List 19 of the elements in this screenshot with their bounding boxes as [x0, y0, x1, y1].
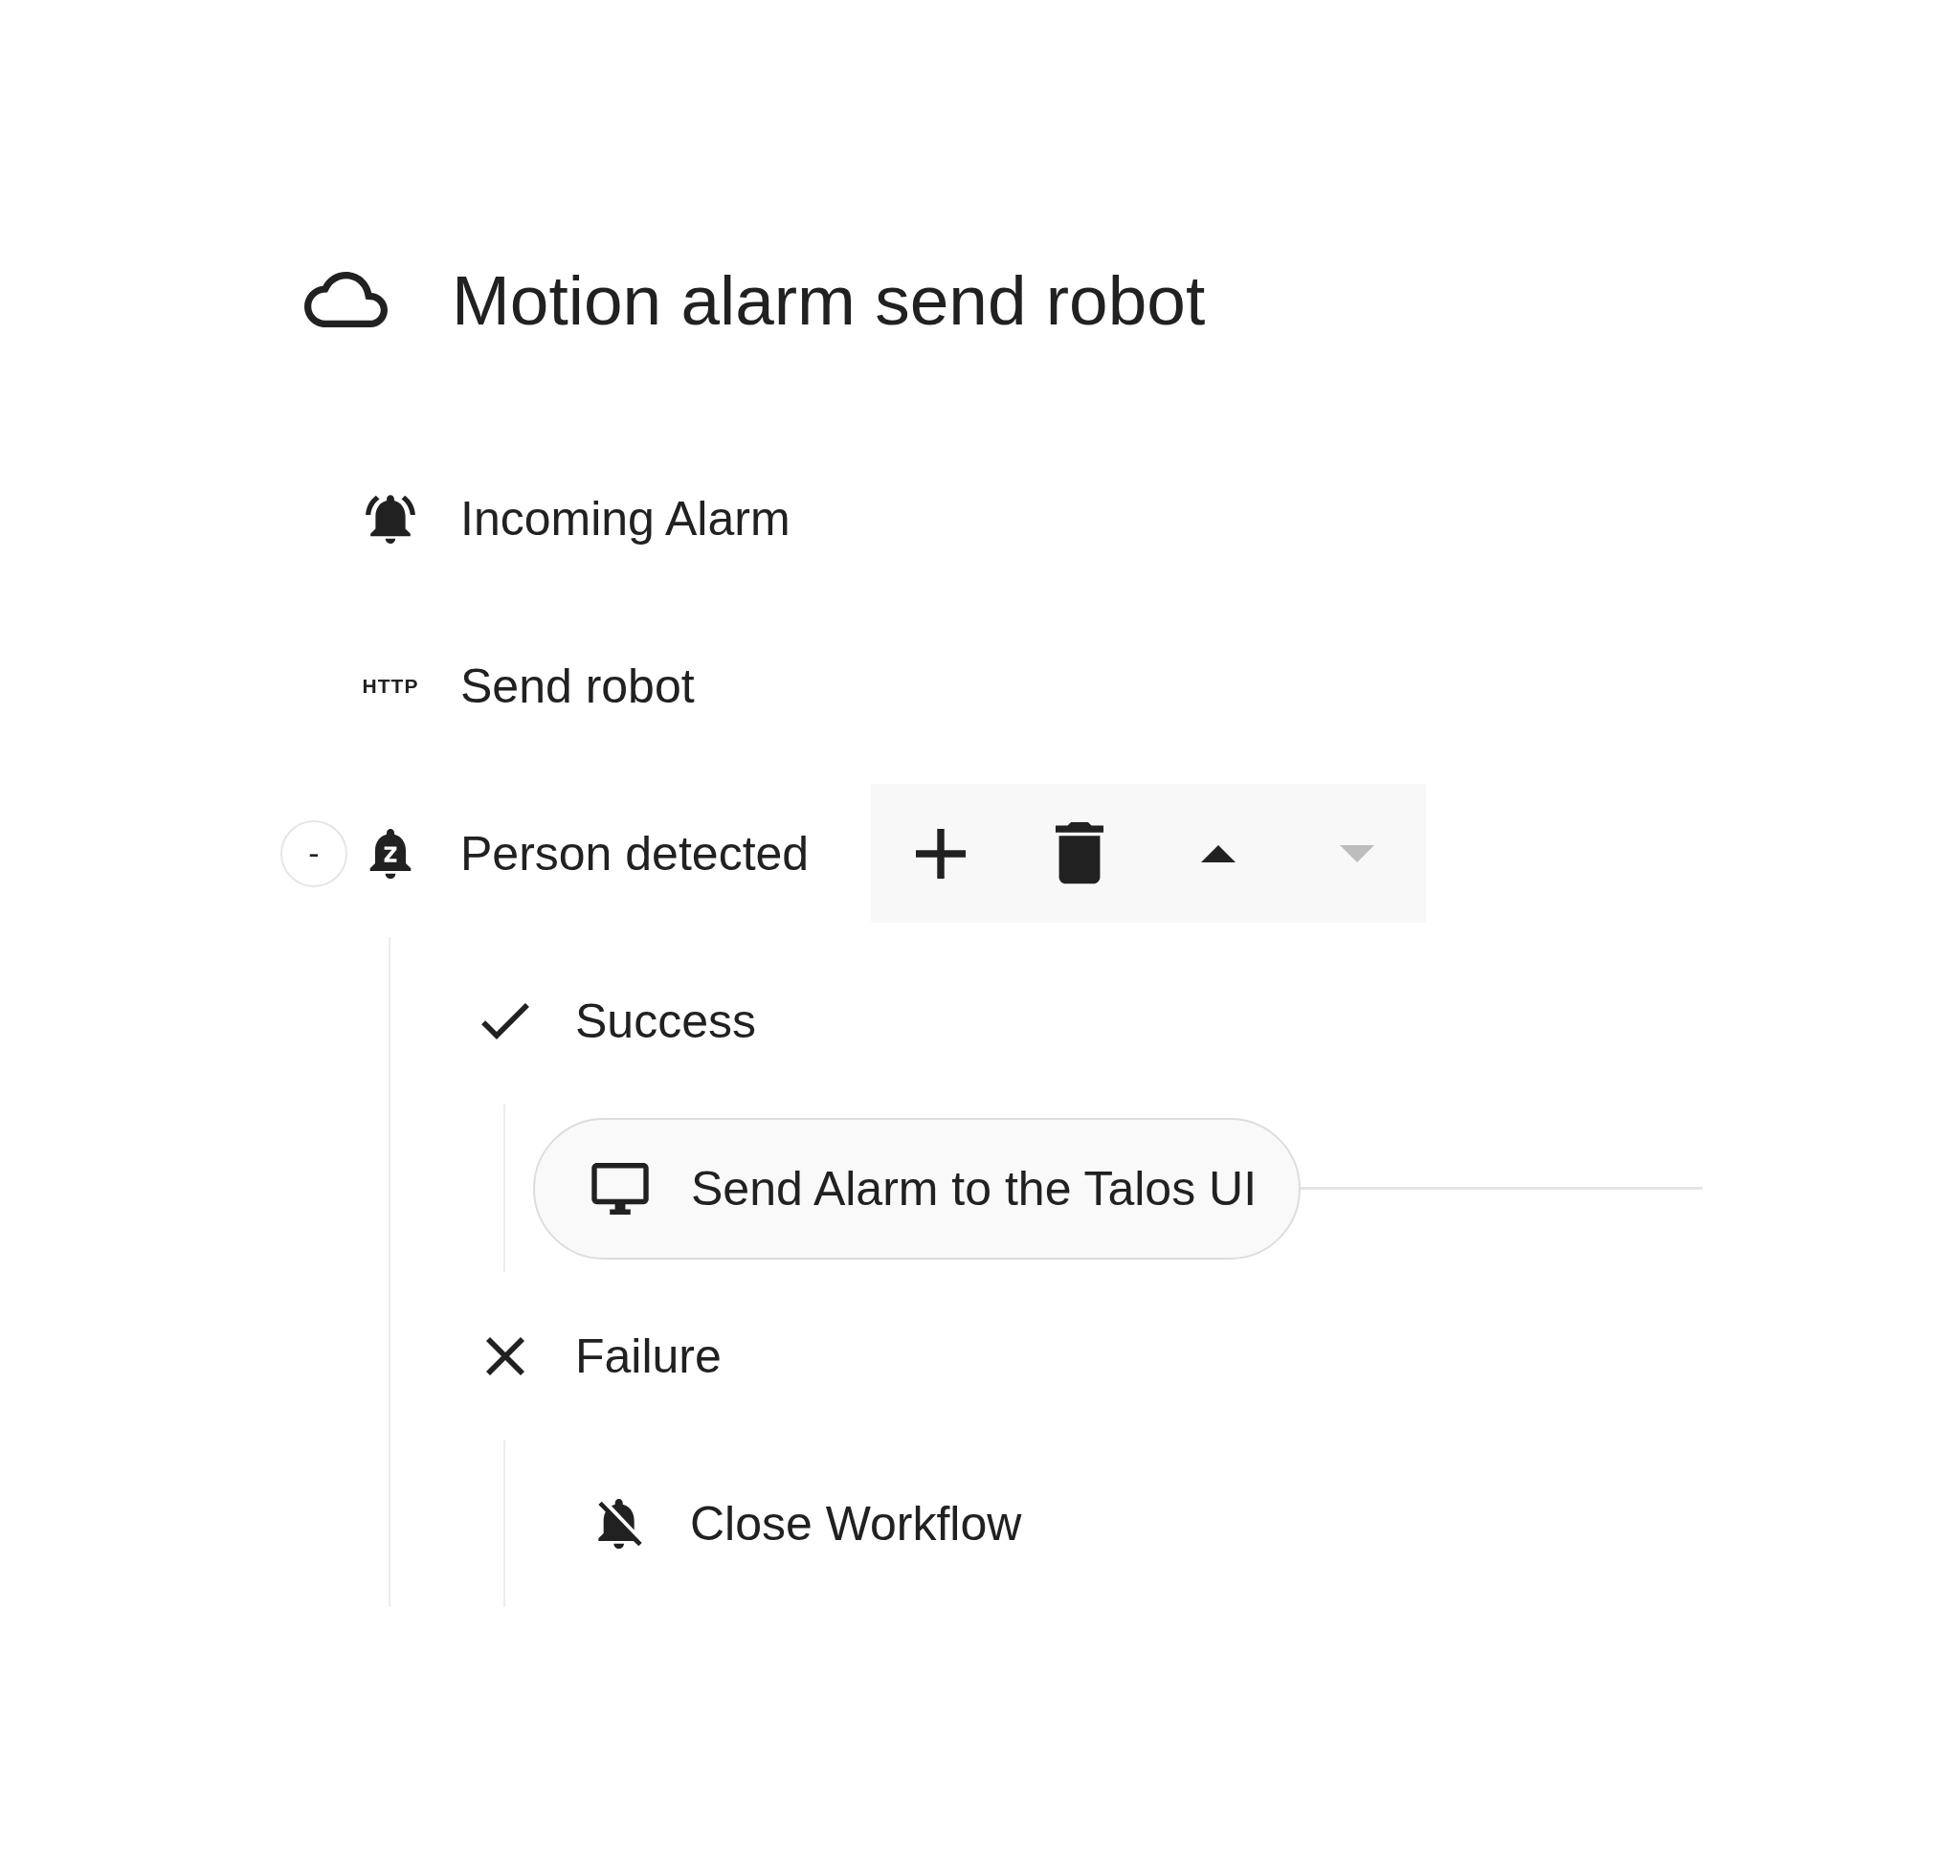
plus-icon [915, 828, 966, 879]
http-icon: HTTP [362, 674, 419, 698]
caret-up-icon [1200, 844, 1236, 862]
node-label[interactable]: Send robot [460, 658, 695, 714]
ringing-bell-icon [366, 493, 415, 544]
workflow-title: Motion alarm send robot [452, 259, 1206, 340]
node-label[interactable]: Incoming Alarm [460, 490, 791, 547]
trash-icon [1055, 822, 1103, 884]
node-label[interactable]: Failure [575, 1328, 722, 1384]
check-icon [481, 1002, 529, 1039]
node-label[interactable]: Success [575, 993, 756, 1049]
action-chip[interactable]: Send Alarm to the Talos UI [533, 1117, 1302, 1260]
node-label[interactable]: Person detected [460, 825, 810, 882]
node-label[interactable]: Close Workflow [690, 1495, 1022, 1552]
caret-down-icon [1339, 844, 1374, 862]
close-icon [486, 1336, 524, 1375]
monitor-icon [591, 1162, 649, 1215]
collapse-button[interactable]: - [280, 819, 347, 887]
cloud-icon [304, 272, 388, 327]
